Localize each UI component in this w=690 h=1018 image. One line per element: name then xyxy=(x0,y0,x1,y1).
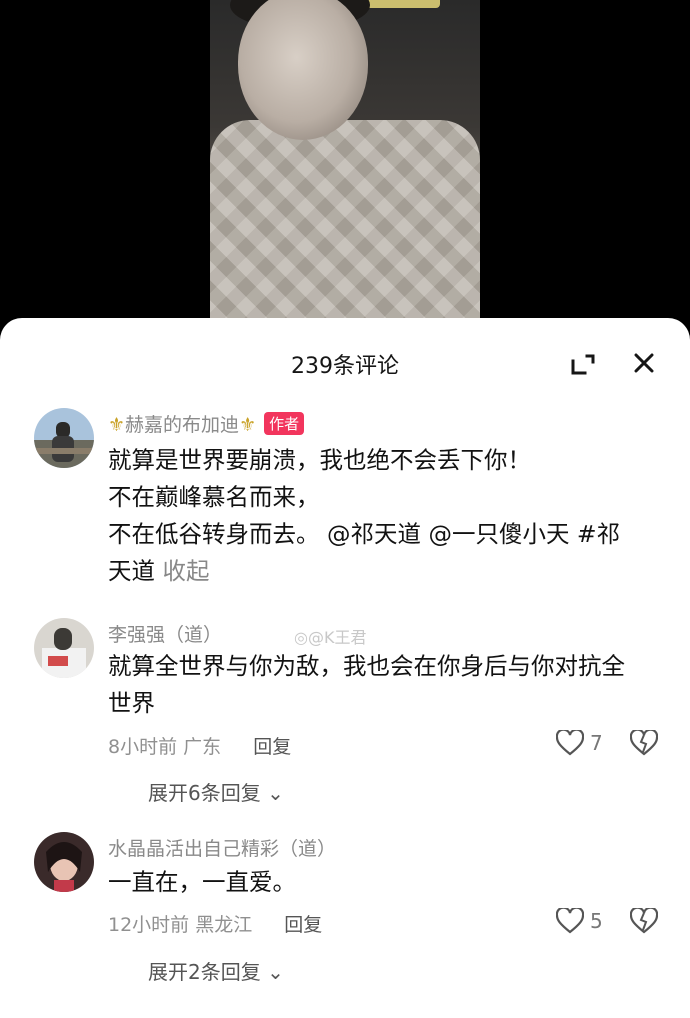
like-count: 5 xyxy=(590,909,603,933)
heart-icon xyxy=(556,908,584,934)
close-icon[interactable] xyxy=(628,347,660,379)
comment-text: 就算是世界要崩溃，我也绝不会丢下你！ 不在巅峰慕名而来， 不在低谷转身而去。 @… xyxy=(108,442,668,590)
video-frame[interactable] xyxy=(210,0,480,318)
comment-line: 一直在，一直爱。 xyxy=(108,868,296,896)
comment-location: 广东 xyxy=(183,736,222,758)
comment-meta: 12小时前 黑龙江 回复 xyxy=(108,910,322,937)
comment-meta: 8小时前 广东 回复 xyxy=(108,732,291,759)
dislike-button[interactable] xyxy=(629,906,659,938)
reply-button[interactable]: 回复 xyxy=(253,736,291,758)
comment-line: 就算全世界与你为敌，我也会在你身后与你对抗全 xyxy=(108,652,625,680)
hashtag-continuation[interactable]: 天道 xyxy=(108,557,155,585)
comment-line: 不在低谷转身而去。 @祁天道 @一只傻小天 #祁 xyxy=(108,520,621,548)
comment-time: 8小时前 xyxy=(108,736,178,758)
like-button[interactable]: 5 xyxy=(556,908,603,934)
avatar[interactable] xyxy=(34,618,94,678)
comment-username[interactable]: ⚜赫嘉的布加迪⚜ 作者 xyxy=(108,410,305,437)
username-text: 赫嘉的布加迪 xyxy=(125,414,240,436)
comment-location: 黑龙江 xyxy=(195,914,253,936)
comment-text: 一直在，一直爱。 xyxy=(108,864,668,901)
comment-username[interactable]: 水晶晶活出自己精彩（道） xyxy=(108,834,336,861)
comment-text: 就算全世界与你为敌，我也会在你身后与你对抗全 世界 xyxy=(108,648,668,722)
comment-line: 不在巅峰慕名而来， xyxy=(108,483,320,511)
avatar[interactable] xyxy=(34,832,94,892)
expand-replies-button[interactable]: 展开6条回复 ⌄ xyxy=(148,777,284,806)
video-person-face xyxy=(238,0,368,140)
reply-button[interactable]: 回复 xyxy=(284,914,322,936)
like-button[interactable]: 7 xyxy=(556,730,603,756)
comment-line-last: 天道 收起 xyxy=(108,553,668,590)
broken-heart-icon xyxy=(629,906,659,934)
broken-heart-icon xyxy=(629,728,659,756)
comment-line: 就算是世界要崩溃，我也绝不会丢下你！ xyxy=(108,446,531,474)
avatar[interactable] xyxy=(34,408,94,468)
video-area[interactable] xyxy=(0,0,690,330)
video-person-hoodie xyxy=(210,120,480,318)
fleur-de-lis-icon: ⚜ xyxy=(108,414,126,436)
fullscreen-icon[interactable] xyxy=(568,348,600,380)
comment-username[interactable]: 李强强（道） xyxy=(108,620,222,647)
weibo-icon: ◎ xyxy=(294,628,308,647)
heart-icon xyxy=(556,730,584,756)
author-badge: 作者 xyxy=(264,412,305,435)
comments-sheet: 239条评论 ⚜赫嘉的布加迪⚜ 作者 就算是世界要崩溃，我也绝不会丢下你！ 不在… xyxy=(0,318,690,1018)
watermark-text: @K王君 xyxy=(307,628,367,647)
watermark: ◎@K王君 xyxy=(294,624,366,648)
comment-time: 12小时前 xyxy=(108,914,190,936)
like-count: 7 xyxy=(590,731,603,755)
expand-replies-button[interactable]: 展开2条回复 ⌄ xyxy=(148,956,284,985)
comments-header: 239条评论 xyxy=(0,318,690,410)
collapse-link[interactable]: 收起 xyxy=(162,557,209,585)
comment-line: 世界 xyxy=(108,689,155,717)
dislike-button[interactable] xyxy=(629,728,659,760)
fleur-de-lis-icon: ⚜ xyxy=(239,414,257,436)
